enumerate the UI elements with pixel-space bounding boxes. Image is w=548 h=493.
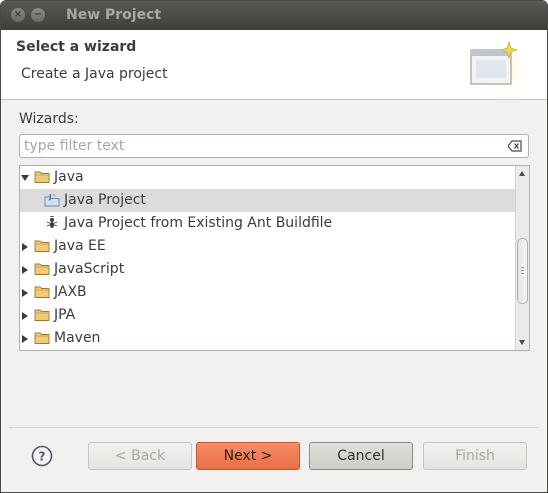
wizard-banner-icon: [470, 41, 525, 92]
folder-icon: [34, 309, 50, 321]
tree-item-jaxb[interactable]: JAXB: [20, 281, 516, 304]
ant-icon: [46, 216, 58, 228]
scrollbar-thumb[interactable]: [517, 238, 528, 304]
window-minimize-button[interactable]: −: [31, 8, 45, 22]
folder-icon: [34, 240, 50, 252]
tree-item-label: Java Project from Existing Ant Buildfile: [64, 215, 333, 231]
finish-button[interactable]: Finish: [423, 442, 527, 470]
new-project-dialog: × − New Project Select a wizard Create a…: [0, 0, 548, 493]
tree-item-java-project-from-existing-ant-buildfile[interactable]: Java Project from Existing Ant Buildfile: [20, 212, 516, 235]
scroll-down-arrow-icon[interactable]: [519, 340, 525, 345]
help-icon[interactable]: ?: [31, 445, 53, 467]
tree-item-javascript[interactable]: JavaScript: [20, 258, 516, 281]
title-bar[interactable]: × − New Project: [1, 1, 547, 30]
tree-item-java-project[interactable]: J Java Project: [20, 189, 516, 212]
tree-item-label: Java Project: [64, 192, 146, 208]
collapsed-arrow-icon[interactable]: [22, 266, 28, 274]
cancel-button[interactable]: Cancel: [309, 442, 413, 470]
wizard-tree[interactable]: Java J Java Project Java Project from Exist…: [19, 165, 530, 351]
scroll-up-arrow-icon[interactable]: [519, 171, 525, 176]
tree-item-java[interactable]: Java: [20, 166, 516, 189]
tree-item-label: JAXB: [54, 284, 87, 300]
clear-filter-icon[interactable]: [508, 140, 522, 152]
collapsed-arrow-icon[interactable]: [22, 243, 28, 251]
collapsed-arrow-icon[interactable]: [22, 312, 28, 320]
tree-item-label: Maven: [54, 330, 101, 346]
next-button[interactable]: Next >: [196, 442, 300, 470]
filter-field[interactable]: [19, 134, 529, 158]
page-description: Create a Java project: [21, 66, 168, 82]
collapsed-arrow-icon[interactable]: [22, 289, 28, 297]
tree-item-label: Java: [54, 169, 84, 185]
window-title: New Project: [66, 7, 162, 23]
svg-text:J: J: [48, 193, 52, 201]
collapsed-arrow-icon[interactable]: [22, 335, 28, 343]
folder-icon: [34, 286, 50, 298]
tree-item-maven[interactable]: Maven: [20, 327, 516, 350]
wizard-header: Select a wizard Create a Java project: [1, 30, 547, 100]
tree-item-label: JPA: [54, 307, 76, 323]
window-close-button[interactable]: ×: [11, 8, 25, 22]
page-title: Select a wizard: [16, 39, 137, 55]
expanded-arrow-icon[interactable]: [21, 175, 29, 181]
tree-item-java-ee[interactable]: Java EE: [20, 235, 516, 258]
tree-item-jpa[interactable]: JPA: [20, 304, 516, 327]
tree-item-label: JavaScript: [54, 261, 125, 277]
tree-scrollbar[interactable]: [515, 166, 529, 350]
back-button[interactable]: < Back: [88, 442, 192, 470]
wizards-label: Wizards:: [19, 111, 79, 127]
java-project-icon: J: [44, 193, 60, 207]
folder-icon: [34, 332, 50, 344]
button-bar-divider: [9, 427, 539, 428]
svg-text:?: ?: [39, 450, 46, 464]
folder-icon: [34, 171, 50, 183]
tree-item-label: Java EE: [54, 238, 106, 254]
folder-icon: [34, 263, 50, 275]
filter-input[interactable]: [24, 137, 504, 155]
